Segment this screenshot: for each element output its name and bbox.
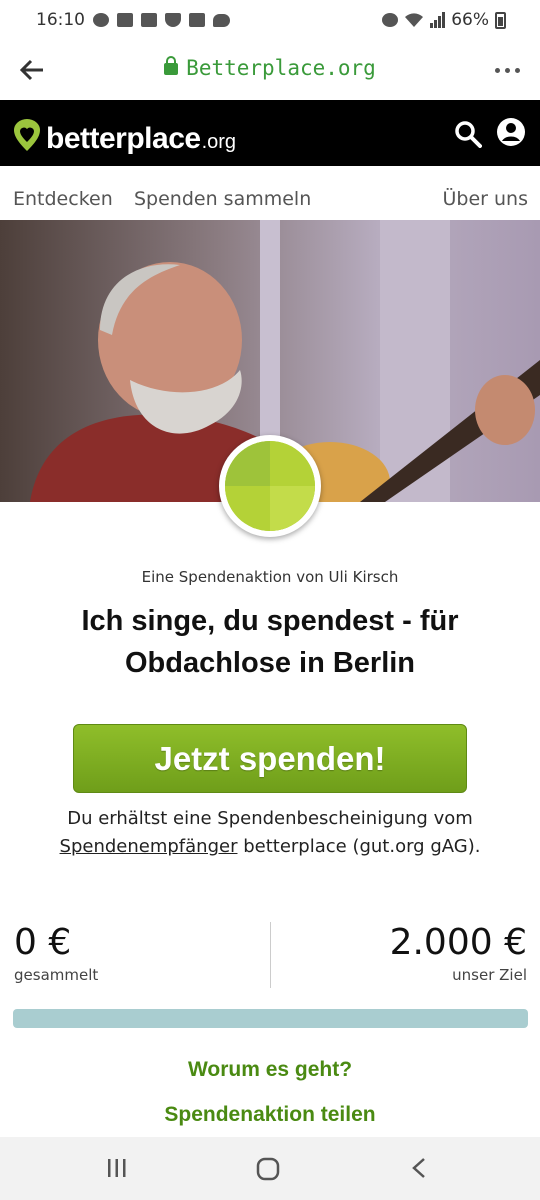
system-nav-bar	[0, 1137, 540, 1200]
share-campaign-link[interactable]: Spendenaktion teilen	[0, 1103, 540, 1127]
more-menu-button[interactable]	[495, 68, 520, 73]
mail-icon	[141, 13, 157, 27]
nav-entdecken[interactable]: Entdecken	[13, 188, 113, 210]
badge-inner	[225, 441, 315, 531]
back-nav-icon[interactable]	[410, 1157, 428, 1179]
campaign-title: Ich singe, du spendest - für Obdachlose …	[81, 605, 459, 679]
lock-icon	[164, 56, 179, 75]
logo-tld: .org	[201, 131, 237, 153]
image-icon	[189, 13, 205, 27]
nav-spenden-sammeln[interactable]: Spenden sammeln	[134, 188, 311, 210]
address-bar[interactable]: Betterplace.org	[0, 56, 540, 80]
signal-icon	[430, 12, 446, 28]
whatsapp-icon	[93, 13, 109, 27]
donation-receipt-info: Du erhältst eine Spendenbescheinigung vo…	[40, 805, 500, 861]
goal-label: unser Ziel	[452, 966, 527, 984]
search-icon[interactable]	[454, 120, 482, 148]
stat-divider	[270, 922, 271, 988]
twitter-icon	[213, 13, 230, 27]
status-time: 16:10	[36, 10, 85, 30]
recipient-link[interactable]: Spendenempfänger	[60, 836, 238, 857]
site-nav: Entdecken Spenden sammeln Über uns	[0, 166, 540, 220]
battery-percent: 66%	[451, 10, 489, 30]
logo-text: betterplace	[46, 122, 201, 155]
goal-value: 2.000 €	[389, 922, 527, 963]
alarm-icon	[382, 13, 399, 27]
campaign-subtitle: Eine Spendenaktion von Uli Kirsch	[141, 568, 399, 586]
campaign-progress-badge	[219, 435, 321, 537]
url-text: Betterplace.org	[186, 56, 376, 80]
home-icon[interactable]	[256, 1157, 280, 1181]
info-suffix: betterplace (gut.org gAG).	[237, 836, 481, 857]
status-bar: 16:10 66%	[0, 0, 540, 40]
collected-value: 0 €	[14, 922, 72, 963]
shield-icon	[165, 13, 181, 27]
site-header: betterplace .org	[0, 100, 540, 166]
browser-bar: Betterplace.org	[0, 40, 540, 100]
goal-stat: 2.000 € unser Ziel	[390, 922, 527, 984]
badge-pie-icon	[225, 441, 315, 531]
collected-stat: 0 € gesammelt	[14, 922, 98, 984]
status-left: 16:10	[36, 10, 230, 30]
donate-now-button[interactable]: Jetzt spenden!	[73, 724, 467, 793]
collected-label: gesammelt	[14, 966, 99, 984]
donation-progress-bar	[13, 1009, 528, 1028]
info-prefix: Du erhältst eine Spendenbescheinigung vo…	[67, 808, 473, 829]
about-link[interactable]: Worum es geht?	[0, 1058, 540, 1082]
user-account-icon[interactable]	[496, 117, 526, 147]
recent-apps-icon[interactable]	[106, 1157, 128, 1179]
nav-ueber-uns[interactable]: Über uns	[443, 188, 529, 210]
wifi-icon	[405, 13, 424, 27]
battery-icon	[495, 11, 506, 29]
logo-heart-pin-icon	[14, 119, 40, 151]
logo[interactable]: betterplace .org	[12, 114, 236, 156]
status-right: 66%	[382, 10, 506, 30]
mail-icon	[117, 13, 133, 27]
